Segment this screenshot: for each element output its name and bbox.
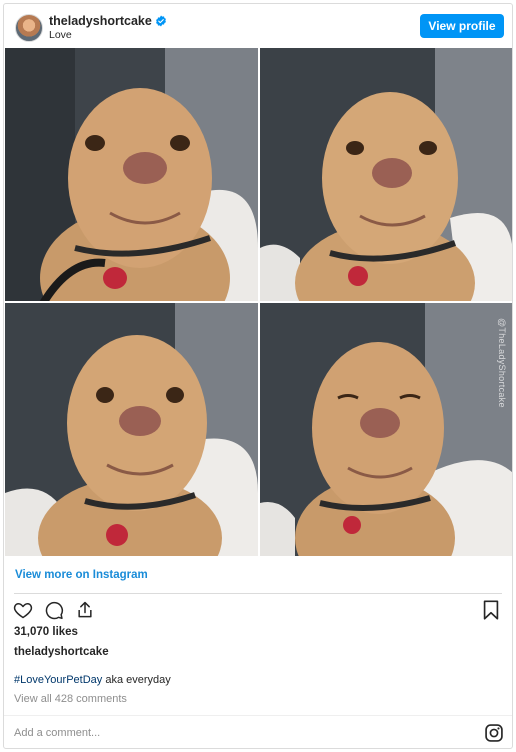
photo-watermark: @TheLadyShortcake [497,318,507,408]
dog-illustration [260,48,512,301]
caption-username[interactable]: theladyshortcake [14,646,109,658]
like-button[interactable] [12,599,34,621]
divider [14,593,502,594]
instagram-logo-icon[interactable] [484,723,504,743]
dog-illustration [5,48,258,301]
dog-photo-tile [5,48,258,301]
username-row[interactable]: theladyshortcake [49,14,167,28]
username[interactable]: theladyshortcake [49,14,152,28]
avatar[interactable] [15,14,43,42]
action-bar [12,599,96,621]
post-header: theladyshortcake Love View profile [4,4,512,48]
caption-text: #LoveYourPetDay aka everyday [14,674,171,686]
caption-body: aka everyday [102,674,171,686]
verified-badge-icon [155,15,166,27]
hashtag-link[interactable]: #LoveYourPetDay [14,674,102,686]
view-more-on-instagram-link[interactable]: View more on Instagram [15,569,148,581]
post-photo-collage[interactable]: @TheLadyShortcake [5,48,512,556]
share-button[interactable] [74,599,96,621]
comment-icon [45,601,64,620]
share-icon [78,601,92,618]
dog-illustration [5,303,258,556]
location-label[interactable]: Love [49,29,72,41]
instagram-embed-card: theladyshortcake Love View profile @TheL… [3,3,513,749]
comment-button[interactable] [43,599,65,621]
dog-photo-tile [260,48,512,301]
dog-illustration [260,303,512,556]
add-comment-field[interactable]: Add a comment... [14,727,100,739]
dog-photo-tile [260,303,512,556]
view-profile-button[interactable]: View profile [420,14,504,38]
save-button[interactable] [480,599,502,621]
dog-photo-tile [5,303,258,556]
divider [4,715,512,716]
likes-count[interactable]: 31,070 likes [14,626,78,638]
heart-icon [13,603,33,619]
bookmark-icon [483,600,499,620]
view-all-comments-link[interactable]: View all 428 comments [14,693,127,705]
